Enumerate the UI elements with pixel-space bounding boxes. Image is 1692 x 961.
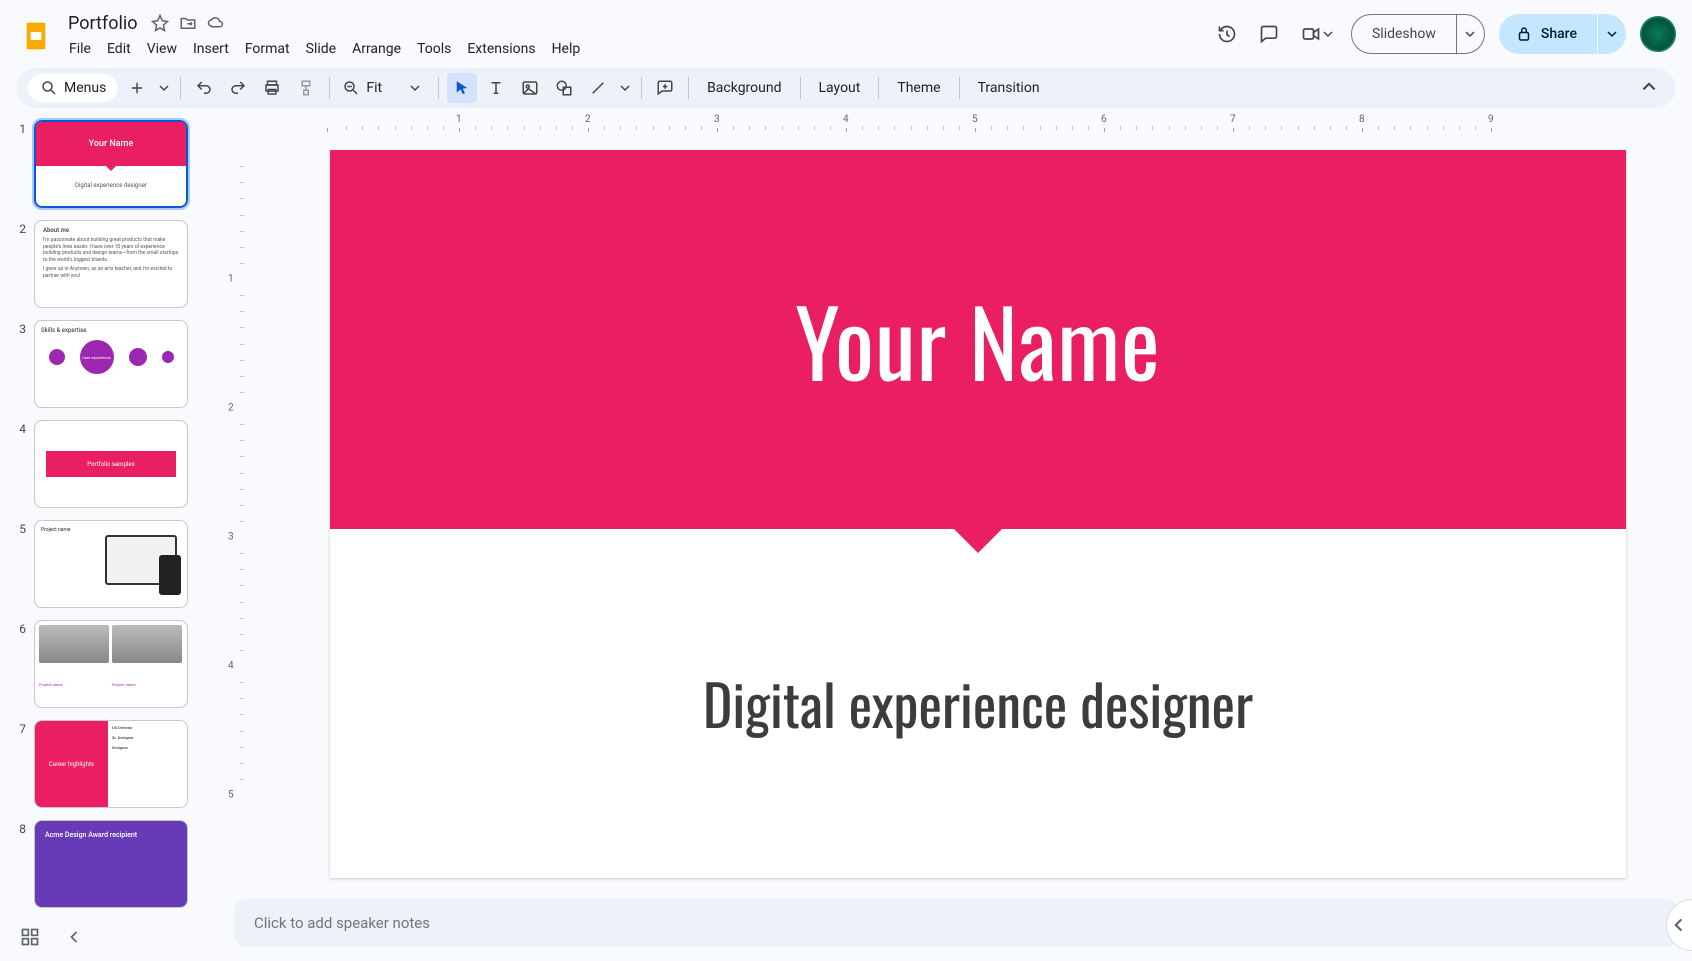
menu-edit[interactable]: Edit [100, 37, 138, 61]
title-area: Portfolio File Edit View Insert Format S… [62, 11, 587, 61]
slide-subtitle[interactable]: Digital experience designer [703, 662, 1253, 745]
select-tool[interactable] [447, 73, 477, 103]
slide-thumbnail-4[interactable]: Portfolio samples [34, 420, 188, 508]
toolbar: Menus Fit Background Layout Theme Transi… [16, 68, 1676, 108]
thumb-number: 8 [16, 820, 26, 836]
speaker-notes[interactable]: Click to add speaker notes [234, 899, 1678, 947]
thumb-subtitle: Digital experience designer [36, 166, 186, 206]
meet-icon[interactable] [1297, 20, 1337, 48]
history-icon[interactable] [1213, 20, 1241, 48]
slide-thumbnail-8[interactable]: Acme Design Award recipient [34, 820, 188, 908]
separator [329, 77, 330, 99]
redo-button[interactable] [223, 73, 253, 103]
cloud-icon[interactable] [207, 14, 225, 32]
menu-help[interactable]: Help [545, 37, 588, 61]
thumb-number: 6 [16, 620, 26, 636]
new-slide-button[interactable] [122, 73, 152, 103]
ruler-horizontal: 123456789 [228, 114, 1692, 132]
canvas-area[interactable]: Your Name Digital experience designer [250, 134, 1680, 889]
notes-placeholder: Click to add speaker notes [254, 914, 430, 932]
separator [800, 77, 801, 99]
thumbnail-panel[interactable]: 1 Your Name Digital experience designer … [0, 114, 208, 961]
menu-arrange[interactable]: Arrange [345, 37, 408, 61]
slide-thumbnail-5[interactable]: Project name [34, 520, 188, 608]
slideshow-dropdown[interactable] [1457, 14, 1485, 54]
textbox-tool[interactable] [481, 73, 511, 103]
menu-file[interactable]: File [62, 37, 98, 61]
background-button[interactable]: Background [697, 73, 791, 103]
avatar[interactable] [1640, 16, 1676, 52]
menu-slide[interactable]: Slide [299, 37, 343, 61]
menu-bar: File Edit View Insert Format Slide Arran… [62, 37, 587, 61]
separator [641, 77, 642, 99]
menu-tools[interactable]: Tools [410, 37, 458, 61]
slides-logo[interactable] [16, 16, 56, 56]
menu-format[interactable]: Format [238, 37, 297, 61]
share-dropdown[interactable] [1598, 14, 1626, 54]
comments-icon[interactable] [1255, 20, 1283, 48]
comment-tool[interactable] [650, 73, 680, 103]
menu-extensions[interactable]: Extensions [460, 37, 542, 61]
thumb-number: 2 [16, 220, 26, 236]
search-menus[interactable]: Menus [28, 74, 118, 102]
undo-button[interactable] [189, 73, 219, 103]
line-dropdown[interactable] [617, 73, 633, 103]
thumb-number: 3 [16, 320, 26, 336]
view-controls [20, 927, 84, 947]
thumb-number: 1 [16, 120, 26, 136]
document-title[interactable]: Portfolio [62, 11, 143, 36]
print-button[interactable] [257, 73, 287, 103]
slideshow-button[interactable]: Slideshow [1351, 14, 1457, 54]
separator [180, 77, 181, 99]
ruler-vertical: 12345 [228, 134, 246, 934]
slide-title[interactable]: Your Name [795, 271, 1160, 408]
slide-thumbnail-2[interactable]: About meI'm passionate about building gr… [34, 220, 188, 308]
transition-button[interactable]: Transition [968, 73, 1050, 103]
menu-insert[interactable]: Insert [186, 37, 236, 61]
zoom-control[interactable]: Fit [338, 73, 430, 103]
new-slide-dropdown[interactable] [156, 73, 172, 103]
thumb-number: 4 [16, 420, 26, 436]
thumb-number: 5 [16, 520, 26, 536]
layout-button[interactable]: Layout [809, 73, 871, 103]
shape-tool[interactable] [549, 73, 579, 103]
image-tool[interactable] [515, 73, 545, 103]
separator [438, 77, 439, 99]
separator [878, 77, 879, 99]
slide-canvas[interactable]: Your Name Digital experience designer [330, 150, 1626, 878]
move-icon[interactable] [179, 14, 197, 32]
slide-thumbnail-6[interactable]: Project nameProject name [34, 620, 188, 708]
header: Portfolio File Edit View Insert Format S… [0, 0, 1692, 64]
thumb-title: Your Name [36, 122, 186, 166]
slide-title-block[interactable]: Your Name [330, 150, 1626, 529]
slide-subtitle-block[interactable]: Digital experience designer [330, 529, 1626, 878]
separator [688, 77, 689, 99]
line-tool[interactable] [583, 73, 613, 103]
grid-view-icon[interactable] [20, 927, 40, 947]
slide-thumbnail-1[interactable]: Your Name Digital experience designer [34, 120, 188, 208]
share-button[interactable]: Share [1499, 14, 1597, 54]
collapse-toolbar-icon[interactable] [1634, 73, 1664, 103]
slide-thumbnail-3[interactable]: Skills & expertise User experience [34, 320, 188, 408]
thumb-number: 7 [16, 720, 26, 736]
separator [959, 77, 960, 99]
theme-button[interactable]: Theme [887, 73, 950, 103]
paint-format-button[interactable] [291, 73, 321, 103]
star-icon[interactable] [151, 14, 169, 32]
collapse-filmstrip-icon[interactable] [64, 927, 84, 947]
menu-view[interactable]: View [140, 37, 184, 61]
slide-thumbnail-7[interactable]: Career highlights UX DirectorSr. Designe… [34, 720, 188, 808]
